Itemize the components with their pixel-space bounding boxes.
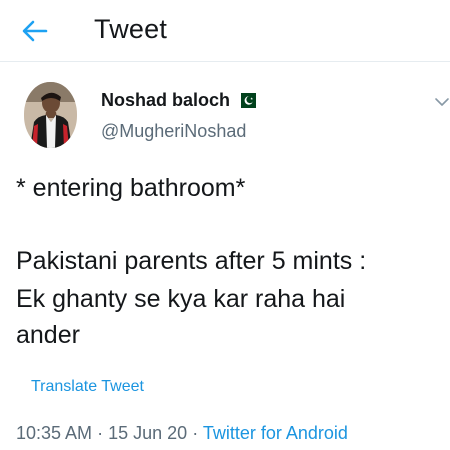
author-display-name[interactable]: Noshad baloch (101, 90, 230, 111)
tweet-text-line: ander (16, 321, 80, 349)
top-bar: Tweet (0, 0, 450, 62)
meta-separator: · (97, 423, 104, 443)
tweet-text-line: Pakistani parents after 5 mints : (16, 247, 367, 275)
author-name-row: Noshad baloch (101, 90, 257, 111)
tweet-time: 10:35 AM (16, 423, 93, 443)
author-handle[interactable]: @MugheriNoshad (101, 121, 246, 142)
meta-separator: · (192, 423, 199, 443)
chevron-down-icon (435, 98, 449, 106)
page-title: Tweet (94, 14, 168, 44)
tweet-metadata: 10:35 AM · 15 Jun 20 · Twitter for Andro… (16, 423, 348, 444)
tweet-date: 15 Jun 20 (108, 423, 188, 443)
tweet-text-line: * entering bathroom* (16, 174, 246, 202)
source-app-link[interactable]: Twitter for Android (203, 423, 348, 443)
profile-photo (24, 82, 77, 148)
tweet-detail-page: Tweet Noshad baloch @MugheriNoshad * ent… (0, 0, 450, 450)
tweet-text-line: Ek ghanty se kya kar raha hai (16, 285, 346, 313)
more-options-button[interactable] (434, 95, 450, 107)
translate-tweet-link[interactable]: Translate Tweet (31, 378, 144, 396)
avatar[interactable] (24, 82, 77, 148)
arrow-left-icon (22, 20, 48, 42)
back-button[interactable] (20, 17, 50, 45)
pakistan-flag-icon (236, 93, 257, 108)
